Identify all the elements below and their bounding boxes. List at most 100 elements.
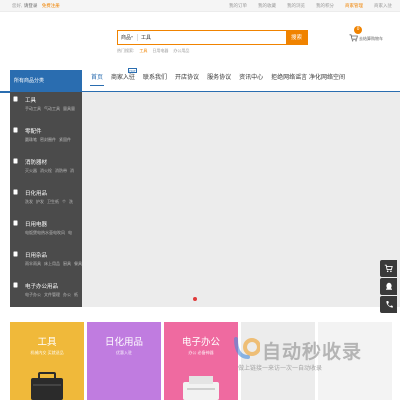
tile-title: 工具 (37, 337, 57, 348)
category-subs: 手动工具 气动工具 量具量 (25, 106, 75, 112)
category-subs: 电子办公 文件管理 办公 纸 (25, 292, 78, 298)
category-item-office[interactable]: 电子办公用品 电子办公 文件管理 办公 纸 (10, 278, 82, 310)
hot-search-list: 热门搜索: 工具 日用电器 办公用品 (117, 48, 189, 54)
category-item-daily-chemicals[interactable]: 日化用品 洗发 护发 卫生纸 个 洗 (10, 185, 82, 217)
tile-tools[interactable]: 工具 机械内交 买就送品 (10, 322, 84, 400)
search-input[interactable] (141, 33, 281, 42)
category-title: 日用电器 (25, 222, 48, 228)
tile-title: 日化用品 (104, 337, 143, 348)
category-title: 工具 (25, 98, 37, 104)
greeting-text: 您好, (12, 4, 23, 9)
hot-search-label: 热门搜索: (117, 48, 135, 53)
chevron-down-icon[interactable]: ▾ (131, 34, 133, 39)
phone-icon (385, 301, 393, 308)
tile-title: 电子办公 (181, 337, 220, 348)
subcategory-link[interactable]: 电子办公 (25, 292, 41, 298)
nav-item-merchant-join[interactable]: 商家入驻 HOT (107, 68, 139, 86)
all-categories-header[interactable]: 所有商品分类 (10, 70, 82, 92)
search-bar: 商品 ▾ 搜索 (117, 29, 308, 45)
subcategory-link[interactable]: 厨具 (63, 261, 71, 267)
float-phone-button[interactable] (380, 296, 397, 313)
subcategory-link[interactable]: 电 (68, 230, 72, 236)
tile-subtitle: 办公 必备神器 (188, 350, 214, 355)
search-scope-select[interactable]: 商品 (121, 34, 131, 41)
tile-daily-chemicals[interactable]: 日化用品 优惠入驻 (87, 322, 161, 400)
parts-icon (13, 127, 18, 133)
subcategory-link[interactable]: 消防带 (55, 168, 67, 174)
search-button[interactable]: 搜索 (285, 29, 308, 45)
cart-icon (349, 34, 358, 42)
right-float-bar (380, 260, 400, 314)
subcategory-link[interactable]: 气动工具 (44, 106, 60, 112)
nav-item-news[interactable]: 资讯中心 (235, 74, 267, 86)
float-cart-button[interactable] (380, 260, 397, 277)
subcategory-link[interactable]: 消火栓 (40, 168, 52, 174)
subcategory-link[interactable]: 洗 (69, 199, 73, 205)
subcategory-link[interactable]: 灭火器 (25, 168, 37, 174)
hot-word[interactable]: 工具 (139, 48, 147, 54)
category-item-fire-equipment[interactable]: 消防器材 灭火器 消火栓 消防带 消 (10, 154, 82, 186)
subcategory-link[interactable]: 餐具 (74, 261, 82, 267)
subcategory-link[interactable]: 雨伞雨具 (25, 261, 41, 267)
subcategory-link[interactable]: 密封圈件 (40, 137, 56, 143)
subcategory-link[interactable]: 办公 (63, 292, 71, 298)
hot-word[interactable]: 办公用品 (173, 48, 189, 54)
link-merchant-join[interactable]: 商家入驻 (374, 3, 392, 9)
cart-count-badge: 0 (354, 26, 362, 34)
login-link[interactable]: 请登录 (24, 4, 38, 9)
top-links: 我的订单 我的收藏 我的浏览 我的积分 商家管理 商家入驻 (229, 3, 392, 9)
category-item-tools[interactable]: 工具 手动工具 气动工具 量具量 (10, 92, 82, 124)
subcategory-link[interactable]: 圆珠笔 (25, 137, 37, 143)
category-title: 日用杂品 (25, 253, 48, 259)
category-subs: 圆珠笔 密封圈件 紧固件 (25, 137, 71, 143)
link-merchant-admin[interactable]: 商家管理 (345, 3, 363, 9)
category-title: 消防器材 (25, 160, 48, 166)
tile-office[interactable]: 电子办公 办公 必备神器 (164, 322, 238, 400)
hero-banner[interactable] (82, 92, 400, 307)
register-link[interactable]: 免费注册 (42, 4, 60, 9)
cart-icon (384, 264, 393, 273)
nav-item-contact[interactable]: 联系我们 (139, 74, 171, 86)
category-item-parts[interactable]: 零配件 圆珠笔 密封圈件 紧固件 (10, 123, 82, 155)
qq-icon (385, 282, 392, 290)
link-my-favorites[interactable]: 我的收藏 (258, 3, 276, 9)
subcategory-link[interactable]: 护发 (36, 199, 44, 205)
nav-item-anti-rumor[interactable]: 拒绝网络谣言 净化网络空间 (267, 74, 349, 86)
subcategory-link[interactable]: 文件管理 (44, 292, 60, 298)
nav-item-service-agreement[interactable]: 服务协议 (203, 74, 235, 86)
subcategory-link[interactable]: 纸 (74, 292, 78, 298)
subcategory-link[interactable]: 卫生纸 (47, 199, 59, 205)
cart-button[interactable]: 0 去结算购物车 (347, 26, 389, 45)
printer-image (183, 376, 219, 400)
subcategory-link[interactable]: 床上用品 (44, 261, 60, 267)
nav-item-home[interactable]: 首页 (87, 74, 107, 86)
subcategory-link[interactable]: 个 (62, 199, 66, 205)
subcategory-link[interactable]: 量具量 (63, 106, 75, 112)
link-my-orders[interactable]: 我的订单 (229, 3, 247, 9)
goods-icon (13, 251, 18, 257)
watermark-subtitle: 做上链接一来访一次一自动收录 (238, 365, 323, 372)
category-subs: 洗发 护发 卫生纸 个 洗 (25, 199, 73, 205)
nav-item-store-agreement[interactable]: 开店协议 (171, 74, 203, 86)
cart-label: 去结算购物车 (359, 36, 383, 41)
toolbox-image (31, 372, 63, 400)
category-title: 零配件 (25, 129, 42, 135)
slider-dot-active[interactable] (193, 297, 197, 301)
office-icon (13, 282, 18, 288)
subcategory-link[interactable]: 洗发 (25, 199, 33, 205)
tile-subtitle: 优惠入驻 (116, 350, 132, 355)
link-my-points[interactable]: 我的积分 (316, 3, 334, 9)
subcategory-link[interactable]: 消 (70, 168, 74, 174)
subcategory-link[interactable]: 紧固件 (59, 137, 71, 143)
category-item-appliances[interactable]: 日用电器 电饭煲电热水壶电吹风 电 (10, 216, 82, 248)
link-my-history[interactable]: 我的浏览 (287, 3, 305, 9)
float-qq-button[interactable] (380, 278, 397, 295)
tool-icon (13, 96, 18, 102)
category-item-sundries[interactable]: 日用杂品 雨伞雨具 床上用品 厨具 餐具 (10, 247, 82, 279)
hot-word[interactable]: 日用电器 (152, 48, 168, 54)
appliance-icon (13, 220, 18, 226)
greeting-area: 您好, 请登录 免费注册 (12, 3, 60, 9)
category-subs: 灭火器 消火栓 消防带 消 (25, 168, 74, 174)
subcategory-link[interactable]: 电饭煲电热水壶电吹风 (25, 230, 65, 236)
subcategory-link[interactable]: 手动工具 (25, 106, 41, 112)
